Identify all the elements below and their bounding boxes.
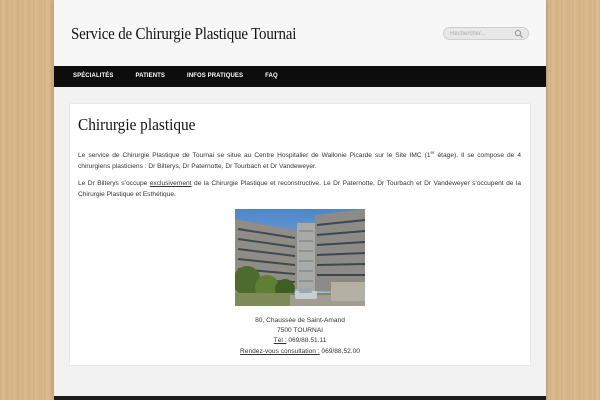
nav-item-faq[interactable]: FAQ [254, 66, 289, 87]
search-input[interactable] [450, 29, 512, 39]
hospital-building-image [235, 209, 365, 306]
page-title: Chirurgie plastique [78, 115, 196, 134]
address-street: 80, Chaussée de Saint-Amand [255, 317, 345, 324]
site-title[interactable]: Service de Chirurgie Plastique Tournai [71, 24, 296, 44]
content-article: Chirurgie plastique Le service de Chirur… [70, 104, 530, 365]
search-form[interactable] [443, 27, 529, 40]
appointment-line: Rendez-vous consultation : 069/88.52.00 [70, 347, 530, 357]
doctors-paragraph: Le Dr Bilterys s’occupe exclusivement de… [78, 180, 521, 198]
address-city: 7500 TOURNAI [277, 327, 323, 334]
search-icon[interactable] [514, 29, 524, 39]
appointment-label: Rendez-vous consultation : [240, 348, 320, 355]
wood-background-right [546, 0, 600, 400]
footer-bar [54, 396, 546, 400]
phone-label: Tél : [273, 337, 287, 344]
page-container: Service de Chirurgie Plastique Tournai S… [54, 0, 546, 400]
main-navigation: Spécialités Patients Infos pratiques FAQ [54, 66, 546, 87]
nav-item-specialites[interactable]: Spécialités [62, 66, 124, 87]
appointment-number: 069/88.52.00 [319, 348, 360, 355]
phone-line: Tél : 069/88.51.11 [70, 336, 530, 346]
wood-background-left [0, 0, 54, 400]
site-header: Service de Chirurgie Plastique Tournai [54, 0, 546, 66]
intro-paragraph: Le service de Chirurgie Plastique de Tou… [78, 150, 521, 170]
nav-item-patients[interactable]: Patients [124, 66, 176, 87]
nav-item-infos-pratiques[interactable]: Infos pratiques [176, 66, 254, 87]
phone-number: 069/88.51.11 [286, 337, 327, 344]
